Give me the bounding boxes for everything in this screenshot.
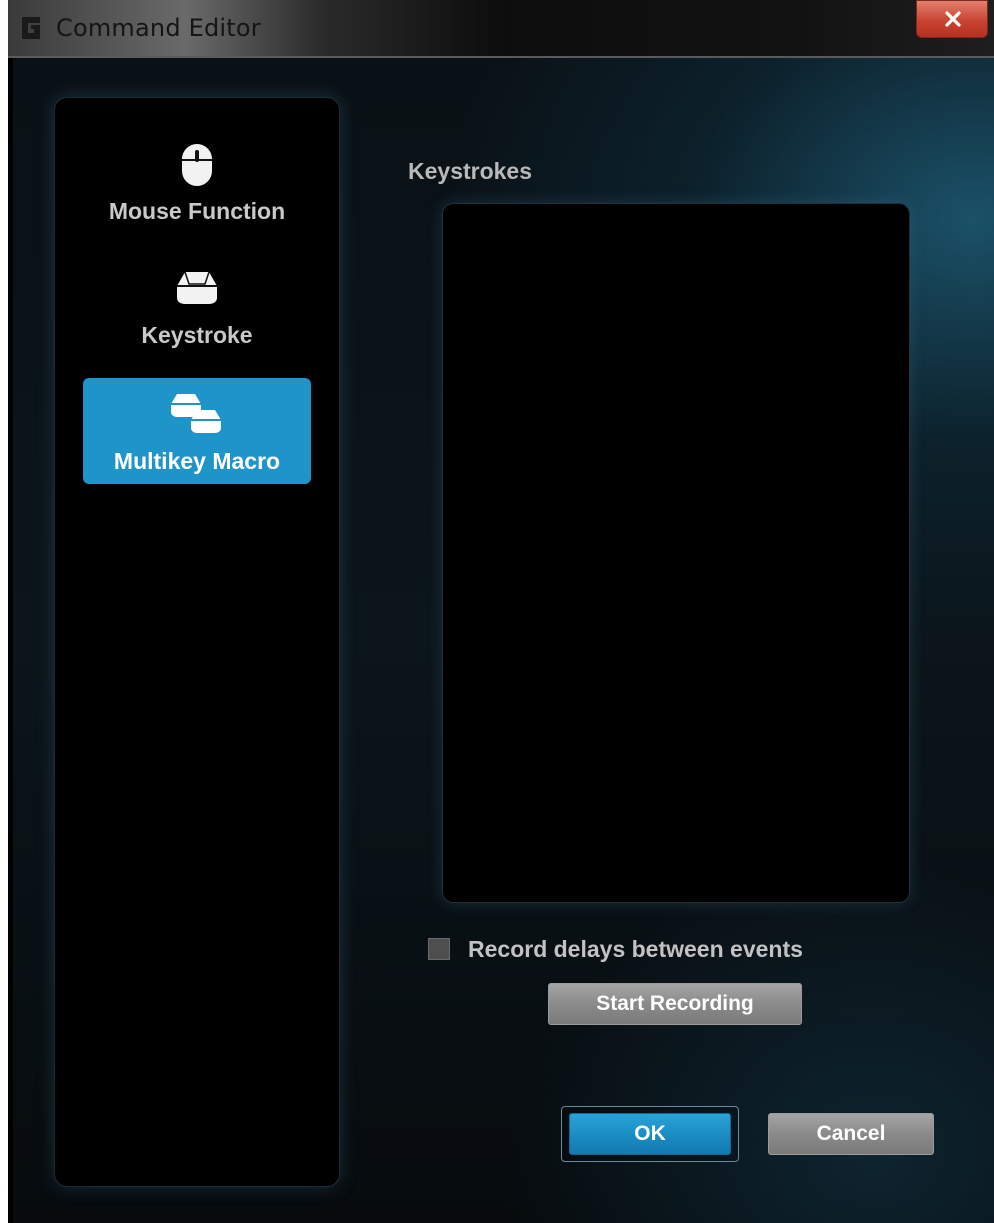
record-delays-checkbox[interactable] [428, 938, 450, 960]
mouse-icon [182, 144, 212, 186]
record-delays-label: Record delays between events [468, 935, 803, 962]
sidebar-item-label: Multikey Macro [113, 448, 281, 474]
keystrokes-list[interactable] [443, 204, 909, 902]
window-title: Command Editor [56, 14, 261, 42]
logitech-g-logo [22, 17, 40, 39]
sidebar-item-mouse-function[interactable]: Mouse Function [83, 128, 311, 234]
sidebar-item-label: Keystroke [141, 322, 253, 348]
record-delays-option[interactable]: Record delays between events [428, 934, 803, 964]
command-type-sidebar: Mouse Function Keystroke Multikey Macro [55, 98, 339, 1186]
keystrokes-label: Keystrokes [408, 158, 533, 184]
title-bar[interactable]: Command Editor [8, 0, 994, 58]
key-icon [177, 271, 217, 304]
start-recording-button[interactable]: Start Recording [548, 983, 802, 1025]
sidebar-item-keystroke[interactable]: Keystroke [83, 256, 311, 362]
command-editor-window: Command Editor Mouse Function Keystroke … [8, 0, 994, 1223]
sidebar-item-label: Mouse Function [108, 198, 286, 224]
cancel-button[interactable]: Cancel [768, 1113, 934, 1155]
sidebar-item-multikey-macro[interactable]: Multikey Macro [83, 378, 311, 484]
close-icon [945, 11, 961, 27]
ok-button[interactable]: OK [569, 1113, 731, 1155]
editor-body: Mouse Function Keystroke Multikey Macro … [13, 58, 994, 1223]
multikey-icon [171, 394, 221, 433]
close-button[interactable] [916, 0, 988, 38]
